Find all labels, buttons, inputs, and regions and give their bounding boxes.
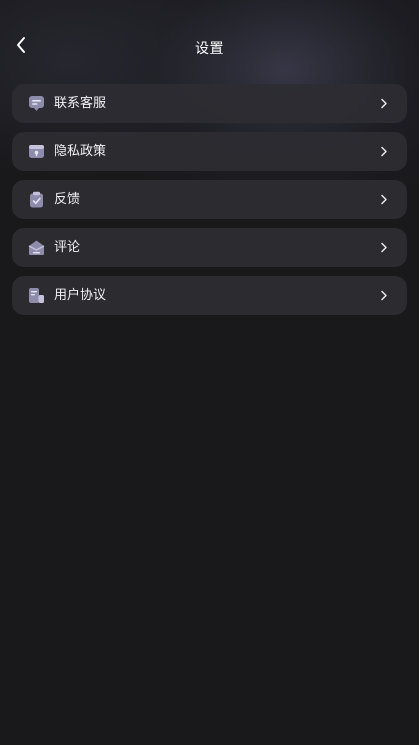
settings-menu: 联系客服 隐私政策 反馈 评论 用户协议 [12,84,407,324]
agreement-icon [28,287,45,304]
privacy-icon [28,143,45,160]
menu-item-label: 评论 [54,240,81,255]
menu-item-label: 隐私政策 [54,144,107,159]
comment-icon [28,239,45,256]
page-title: 设置 [195,41,224,57]
menu-item-label: 用户协议 [54,288,107,303]
menu-item-privacy-policy[interactable]: 隐私政策 [12,132,407,171]
chevron-right-icon [379,241,389,254]
chevron-right-icon [379,145,389,158]
menu-item-feedback[interactable]: 反馈 [12,180,407,219]
feedback-icon [28,191,45,208]
menu-item-contact-service[interactable]: 联系客服 [12,84,407,123]
chevron-right-icon [379,97,389,110]
chevron-right-icon [379,193,389,206]
top-bar: 设置 [0,28,419,68]
menu-item-label: 反馈 [54,192,81,207]
menu-item-comment[interactable]: 评论 [12,228,407,267]
chevron-right-icon [379,289,389,302]
menu-item-label: 联系客服 [54,96,107,111]
customer-service-icon [28,95,45,112]
menu-item-user-agreement[interactable]: 用户协议 [12,276,407,315]
